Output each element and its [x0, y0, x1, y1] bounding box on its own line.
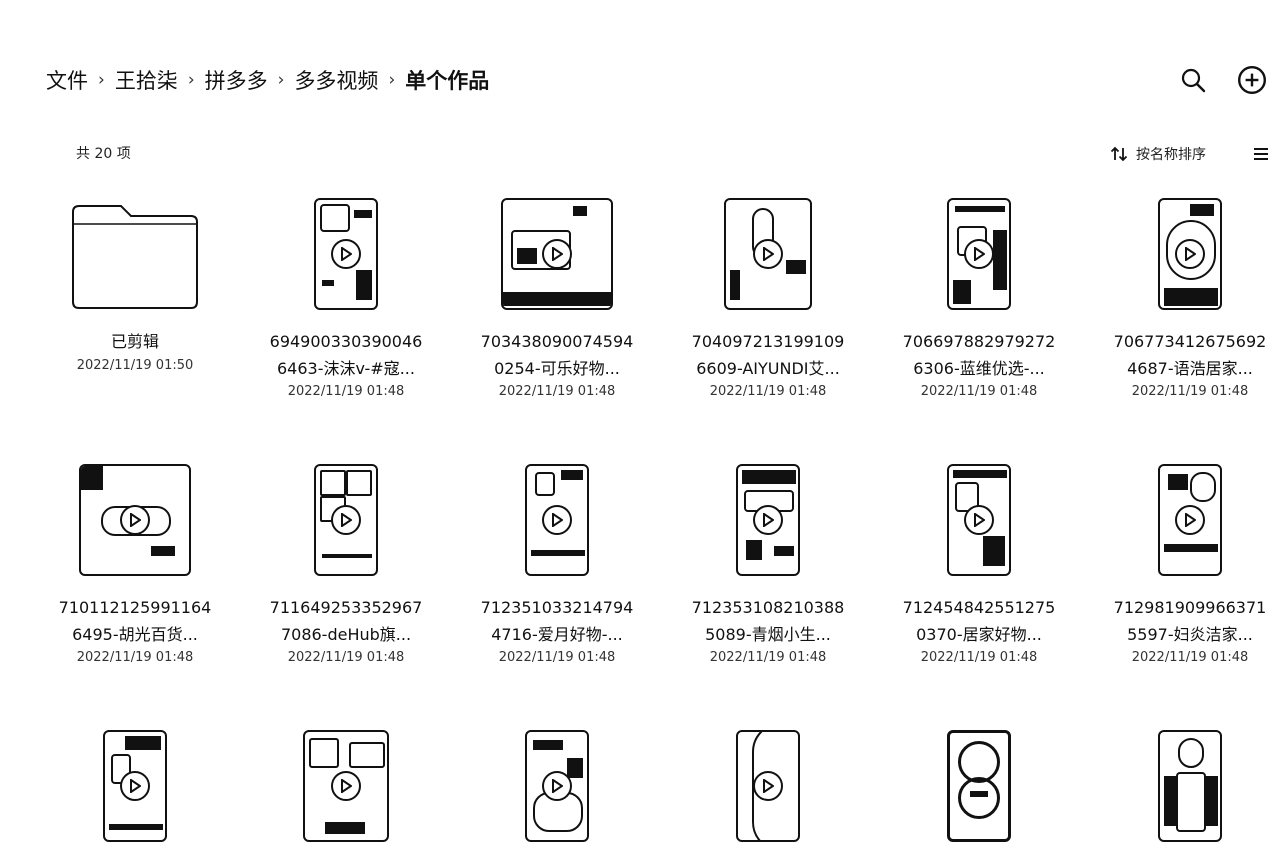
video-thumbnail	[1090, 464, 1268, 582]
play-icon	[120, 771, 150, 801]
file-date: 2022/11/19 01:48	[287, 650, 405, 665]
video-thumbnail	[246, 464, 446, 582]
play-icon	[331, 239, 361, 269]
play-icon	[964, 505, 994, 535]
file-name: 706773412675692 4687-语浩居家...	[1113, 332, 1267, 378]
file-date: 2022/11/19 01:48	[1131, 384, 1249, 399]
file-date: 2022/11/19 01:48	[920, 384, 1038, 399]
video-thumbnail	[1090, 198, 1268, 316]
file-grid: 已剪辑 2022/11/19 01:50 694900330390046 6463…	[0, 0, 1268, 848]
file-date: 2022/11/19 01:48	[709, 650, 827, 665]
video-thumbnail	[35, 464, 235, 582]
video-thumbnail	[668, 730, 868, 848]
play-icon	[542, 771, 572, 801]
video-thumbnail	[457, 730, 657, 848]
play-icon	[331, 505, 361, 535]
video-thumbnail	[879, 464, 1079, 582]
file-date: 2022/11/19 01:48	[76, 650, 194, 665]
file-name: 712353108210388 5089-青烟小生...	[691, 598, 845, 644]
video-thumbnail	[246, 730, 446, 848]
play-icon	[1175, 239, 1205, 269]
play-icon	[1175, 505, 1205, 535]
video-thumbnail	[668, 464, 868, 582]
video-thumbnail	[1090, 730, 1268, 848]
video-thumbnail	[457, 198, 657, 316]
play-icon	[120, 505, 150, 535]
file-name: 703438090074594 0254-可乐好物...	[480, 332, 634, 378]
file-date: 2022/11/19 01:48	[498, 384, 616, 399]
file-date: 2022/11/19 01:48	[287, 384, 405, 399]
play-icon	[753, 771, 783, 801]
file-name: 704097213199109 6609-AIYUNDI艾...	[691, 332, 845, 378]
video-thumbnail	[668, 198, 868, 316]
file-name: 706697882979272 6306-蓝维优选-...	[902, 332, 1056, 378]
video-thumbnail	[879, 198, 1079, 316]
file-date: 2022/11/19 01:48	[498, 650, 616, 665]
file-name: 712351033214794 4716-爱月好物-...	[480, 598, 634, 644]
file-name: 694900330390046 6463-沫沫v-#寇...	[269, 332, 423, 378]
file-name: 712981909966371 5597-妇炎洁家...	[1113, 598, 1267, 644]
play-icon	[331, 771, 361, 801]
file-date: 2022/11/19 01:48	[920, 650, 1038, 665]
video-thumbnail	[879, 730, 1079, 848]
file-name: 712454842551275 0370-居家好物...	[902, 598, 1056, 644]
file-date: 2022/11/19 01:50	[76, 358, 194, 373]
video-thumbnail	[457, 464, 657, 582]
play-icon	[753, 505, 783, 535]
play-icon	[542, 239, 572, 269]
file-date: 2022/11/19 01:48	[709, 384, 827, 399]
play-icon	[753, 239, 783, 269]
play-icon	[964, 239, 994, 269]
play-icon	[542, 505, 572, 535]
folder-icon	[72, 205, 198, 309]
file-date: 2022/11/19 01:48	[1131, 650, 1249, 665]
folder-thumbnail	[35, 198, 235, 316]
file-name: 已剪辑	[110, 332, 159, 351]
file-name: 710112125991164 6495-胡光百货...	[58, 598, 212, 644]
file-name: 711649253352967 7086-deHub旗...	[269, 598, 423, 644]
video-thumbnail	[35, 730, 235, 848]
video-thumbnail	[246, 198, 446, 316]
